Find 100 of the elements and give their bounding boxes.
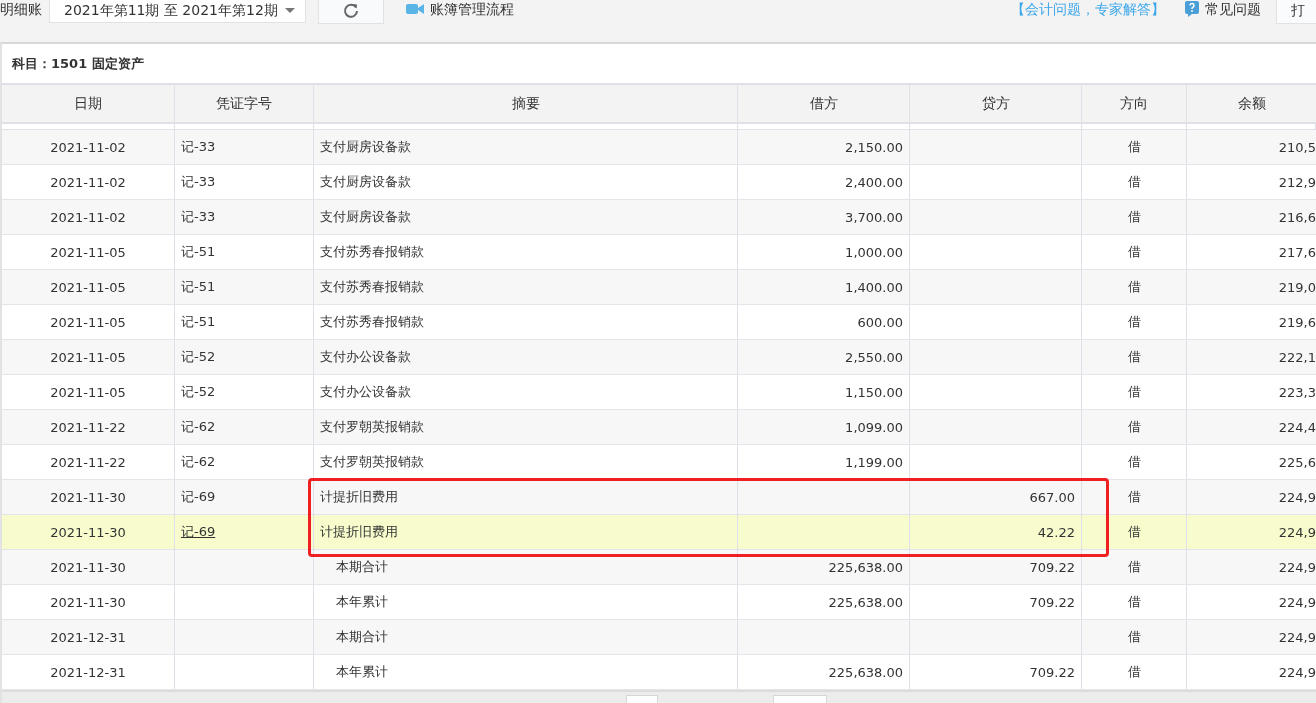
balance-cell: 210,5 bbox=[1278, 139, 1316, 155]
voucher-link[interactable]: 记-51 bbox=[181, 243, 216, 261]
period-select[interactable]: 2021年第11期 至 2021年第12期 bbox=[49, 0, 306, 23]
date-cell: 2021-11-05 bbox=[50, 384, 126, 400]
debit-cell: 2,150.00 bbox=[845, 139, 903, 155]
voucher-link[interactable]: 记-33 bbox=[181, 208, 216, 226]
direction-cell: 借 bbox=[1127, 243, 1141, 261]
direction-cell: 借 bbox=[1127, 383, 1141, 401]
date-cell: 2021-11-05 bbox=[50, 349, 126, 365]
credit-cell: 709.22 bbox=[1029, 559, 1075, 575]
table-row[interactable]: 2021-11-05 记-51 支付苏秀春报销款 1,400.00 借 219,0 bbox=[2, 270, 1316, 305]
balance-cell: 216,6 bbox=[1278, 209, 1316, 225]
date-cell: 2021-11-02 bbox=[50, 139, 126, 155]
column-header: 日期 bbox=[2, 85, 175, 122]
direction-cell: 借 bbox=[1127, 348, 1141, 366]
summary-cell: 本期合计 bbox=[336, 628, 388, 646]
column-header: 凭证字号 bbox=[175, 85, 314, 122]
debit-cell: 1,000.00 bbox=[845, 244, 903, 260]
table-row[interactable]: 2021-11-30 本年累计 225,638.00 709.22 借 224,9 bbox=[2, 585, 1316, 620]
voucher-link[interactable]: 记-52 bbox=[181, 383, 216, 401]
debit-cell: 2,400.00 bbox=[845, 174, 903, 190]
summary-cell: 支付苏秀春报销款 bbox=[320, 243, 424, 261]
table-row[interactable]: 2021-11-30 记-69 计提折旧费用 667.00 借 224,9 bbox=[2, 480, 1316, 515]
table-row[interactable]: 2021-11-22 记-62 支付罗朝英报销款 1,099.00 借 224,4 bbox=[2, 410, 1316, 445]
balance-cell: 222,1 bbox=[1278, 349, 1316, 365]
voucher-link[interactable]: 记-69 bbox=[181, 523, 216, 541]
date-cell: 2021-11-05 bbox=[50, 314, 126, 330]
direction-cell: 借 bbox=[1127, 173, 1141, 191]
table-row[interactable]: 2021-11-02 记-33 支付厨房设备款 2,150.00 借 210,5 bbox=[2, 130, 1316, 165]
voucher-link[interactable]: 记-52 bbox=[181, 348, 216, 366]
direction-cell: 借 bbox=[1127, 418, 1141, 436]
refresh-icon bbox=[342, 2, 360, 20]
summary-cell: 本年累计 bbox=[336, 663, 388, 681]
refresh-button[interactable] bbox=[318, 0, 384, 24]
video-camera-icon bbox=[406, 3, 424, 15]
balance-cell: 224,9 bbox=[1278, 629, 1316, 645]
table-row[interactable]: 2021-11-30 本期合计 225,638.00 709.22 借 224,9 bbox=[2, 550, 1316, 585]
balance-cell: 224,9 bbox=[1278, 524, 1316, 540]
help-icon bbox=[1185, 1, 1199, 17]
debit-cell: 1,199.00 bbox=[845, 454, 903, 470]
direction-cell: 借 bbox=[1127, 453, 1141, 471]
summary-cell: 计提折旧费用 bbox=[320, 523, 398, 541]
date-cell: 2021-11-30 bbox=[50, 489, 126, 505]
date-cell: 2021-11-02 bbox=[50, 209, 126, 225]
voucher-link[interactable]: 记-62 bbox=[181, 453, 216, 471]
balance-cell: 224,9 bbox=[1278, 664, 1316, 680]
table-row[interactable]: 2021-11-05 记-52 支付办公设备款 2,550.00 借 222,1 bbox=[2, 340, 1316, 375]
summary-cell: 支付罗朝英报销款 bbox=[320, 418, 424, 436]
flow-link[interactable]: 账簿管理流程 bbox=[406, 0, 514, 18]
subject-label: 科目：1501 固定资产 bbox=[12, 54, 144, 73]
direction-cell: 借 bbox=[1127, 628, 1141, 646]
voucher-link[interactable]: 记-69 bbox=[181, 488, 216, 506]
balance-cell: 217,6 bbox=[1278, 244, 1316, 260]
column-header: 方向 bbox=[1082, 85, 1187, 122]
date-cell: 2021-11-02 bbox=[50, 174, 126, 190]
voucher-link[interactable]: 记-33 bbox=[181, 138, 216, 156]
date-cell: 2021-11-22 bbox=[50, 419, 126, 435]
voucher-link[interactable]: 记-33 bbox=[181, 173, 216, 191]
table-row[interactable]: 2021-11-22 记-62 支付罗朝英报销款 1,199.00 借 225,6 bbox=[2, 445, 1316, 480]
print-button[interactable]: 打 bbox=[1276, 0, 1316, 24]
direction-cell: 借 bbox=[1127, 663, 1141, 681]
balance-cell: 224,9 bbox=[1278, 559, 1316, 575]
direction-cell: 借 bbox=[1127, 313, 1141, 331]
voucher-link[interactable]: 记-62 bbox=[181, 418, 216, 436]
debit-cell: 1,099.00 bbox=[845, 419, 903, 435]
direction-cell: 借 bbox=[1127, 208, 1141, 226]
table-row[interactable]: 2021-11-05 记-51 支付苏秀春报销款 1,000.00 借 217,6 bbox=[2, 235, 1316, 270]
column-header: 余额 bbox=[1236, 93, 1267, 113]
table-row[interactable]: 2021-11-30 记-69 计提折旧费用 42.22 借 224,9 bbox=[2, 515, 1316, 550]
column-header: 贷方 bbox=[910, 85, 1082, 122]
date-cell: 2021-12-31 bbox=[50, 664, 126, 680]
debit-cell: 1,400.00 bbox=[845, 279, 903, 295]
date-cell: 2021-12-31 bbox=[50, 629, 126, 645]
debit-cell: 225,638.00 bbox=[828, 559, 903, 575]
credit-cell: 42.22 bbox=[1037, 524, 1075, 540]
caret-icon bbox=[285, 8, 295, 13]
voucher-link[interactable]: 记-51 bbox=[181, 278, 216, 296]
balance-cell: 219,0 bbox=[1278, 279, 1316, 295]
debit-cell: 225,638.00 bbox=[828, 594, 903, 610]
column-header: 摘要 bbox=[314, 85, 738, 122]
faq-link[interactable]: 常见问题 bbox=[1185, 0, 1261, 18]
direction-cell: 借 bbox=[1127, 138, 1141, 156]
balance-cell: 224,4 bbox=[1278, 419, 1316, 435]
summary-cell: 本期合计 bbox=[336, 558, 388, 576]
table-row[interactable]: 2021-12-31 本期合计 借 224,9 bbox=[2, 620, 1316, 655]
table-row[interactable]: 2021-12-31 本年累计 225,638.00 709.22 借 224,9 bbox=[2, 655, 1316, 690]
debit-cell: 600.00 bbox=[857, 314, 903, 330]
balance-cell: 224,9 bbox=[1278, 594, 1316, 610]
balance-cell: 212,9 bbox=[1278, 174, 1316, 190]
voucher-link[interactable]: 记-51 bbox=[181, 313, 216, 331]
table-row[interactable]: 2021-11-02 记-33 支付厨房设备款 3,700.00 借 216,6 bbox=[2, 200, 1316, 235]
summary-cell: 计提折旧费用 bbox=[320, 488, 398, 506]
table-row[interactable]: 2021-11-02 记-33 支付厨房设备款 2,400.00 借 212,9 bbox=[2, 165, 1316, 200]
debit-cell: 3,700.00 bbox=[845, 209, 903, 225]
debit-cell: 1,150.00 bbox=[845, 384, 903, 400]
direction-cell: 借 bbox=[1127, 558, 1141, 576]
credit-cell: 709.22 bbox=[1029, 594, 1075, 610]
table-row[interactable]: 2021-11-05 记-52 支付办公设备款 1,150.00 借 223,3 bbox=[2, 375, 1316, 410]
summary-cell: 支付厨房设备款 bbox=[320, 208, 411, 226]
table-row[interactable]: 2021-11-05 记-51 支付苏秀春报销款 600.00 借 219,6 bbox=[2, 305, 1316, 340]
